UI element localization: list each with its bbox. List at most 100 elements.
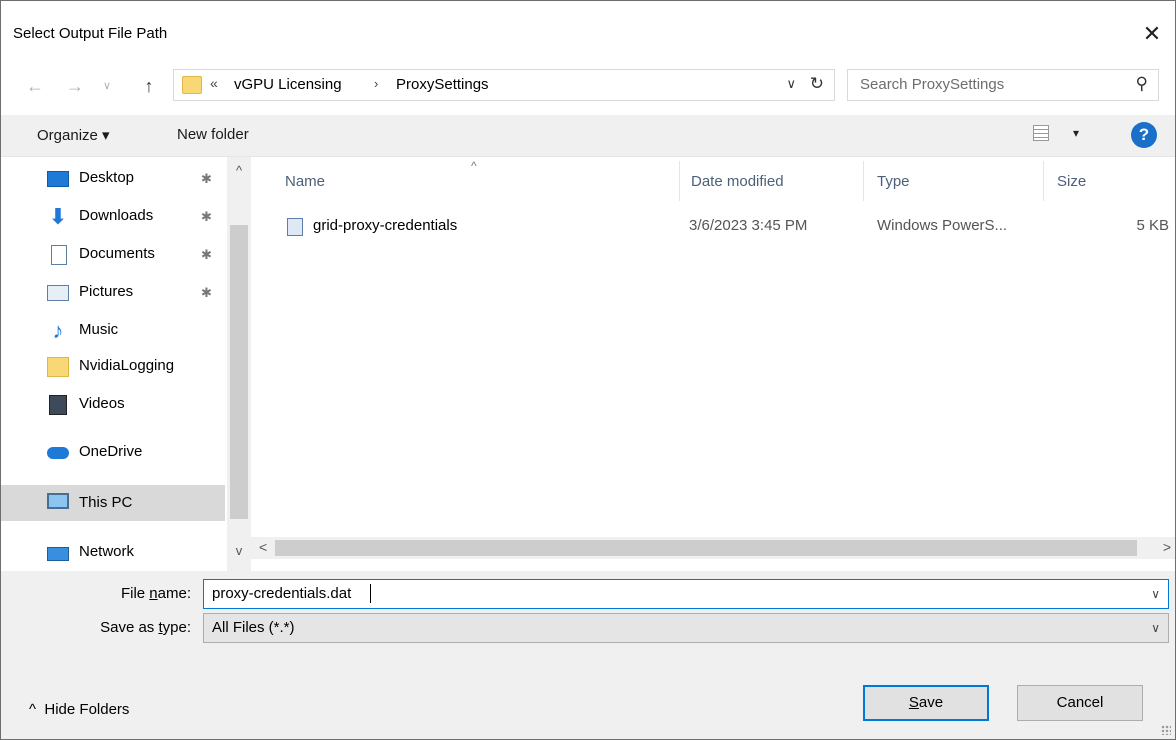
save-button[interactable]: Save (863, 685, 989, 721)
pin-icon[interactable]: ✱ (201, 247, 212, 263)
save-as-type-label: Save as type: (100, 619, 191, 636)
column-header-name[interactable]: Name (285, 173, 325, 190)
file-row[interactable]: grid-proxy-credentials 3/6/2023 3:45 PM … (277, 213, 1169, 241)
pin-icon[interactable]: ✱ (201, 171, 212, 187)
file-type: Windows PowerS... (877, 217, 1008, 234)
folder-icon (47, 357, 69, 377)
file-name-label: File name: (120, 585, 191, 602)
sidebar-item-documents[interactable]: Documents ✱ (1, 239, 225, 271)
scroll-right-icon[interactable]: > (1163, 539, 1171, 555)
sidebar-item-label: OneDrive (79, 443, 143, 460)
view-dropdown-icon[interactable]: ▾ (1073, 126, 1079, 140)
scroll-up-icon[interactable]: ^ (227, 163, 251, 178)
sidebar-item-pictures[interactable]: Pictures ✱ (1, 277, 225, 309)
file-name-field[interactable]: proxy-credentials.dat ∨ (203, 579, 1169, 609)
downloads-icon: ⬇ (48, 204, 68, 229)
sidebar-item-network[interactable]: Network (1, 537, 225, 569)
sidebar-item-label: Network (79, 543, 135, 560)
cancel-button[interactable]: Cancel (1017, 685, 1143, 721)
back-arrow-icon[interactable]: ← (23, 73, 47, 99)
command-bar: Organize ▾ New folder ▾ ? (1, 115, 1175, 157)
sidebar-item-nvidialogging[interactable]: NvidiaLogging (1, 351, 225, 383)
navigation-pane-scrollbar[interactable]: ^ v (227, 157, 251, 571)
column-divider[interactable] (863, 161, 864, 201)
search-icon[interactable]: ⚲ (1136, 74, 1148, 94)
sidebar-item-this-pc[interactable]: This PC (1, 485, 225, 521)
scrollbar-thumb[interactable] (275, 540, 1137, 556)
sidebar-item-label: Pictures (79, 283, 134, 300)
resize-grip-icon[interactable] (1161, 725, 1171, 735)
search-placeholder: Search ProxySettings (860, 76, 1005, 93)
scroll-left-icon[interactable]: < (259, 539, 267, 555)
breadcrumb-overflow-icon[interactable]: « (210, 75, 218, 91)
breadcrumb-proxysettings[interactable]: ProxySettings (396, 76, 489, 93)
powershell-script-icon (287, 218, 303, 236)
pin-icon[interactable]: ✱ (201, 285, 212, 301)
save-dialog: Select Output File Path ✕ ← → ∨ ↑ « vGPU… (0, 0, 1176, 740)
column-divider[interactable] (1043, 161, 1044, 201)
navigation-row: ← → ∨ ↑ « vGPU Licensing › ProxySettings… (1, 63, 1175, 109)
column-header-size[interactable]: Size (1057, 173, 1086, 190)
file-name-dropdown-icon[interactable]: ∨ (1151, 587, 1160, 601)
save-options-panel: File name: proxy-credentials.dat ∨ Save … (1, 571, 1175, 739)
sidebar-item-label: This PC (79, 494, 133, 511)
help-icon[interactable]: ? (1131, 122, 1157, 148)
sidebar-item-videos[interactable]: Videos (1, 389, 225, 421)
sidebar-item-downloads[interactable]: ⬇ Downloads ✱ (1, 201, 225, 233)
file-list: ^ Name Date modified Type Size grid-prox… (251, 157, 1175, 571)
breadcrumb-vgpu-licensing[interactable]: vGPU Licensing (234, 76, 342, 93)
videos-icon (49, 395, 67, 415)
column-divider[interactable] (679, 161, 680, 201)
music-icon: ♪ (52, 318, 64, 343)
chevron-up-icon: ^ (29, 701, 37, 718)
column-header-type[interactable]: Type (877, 173, 910, 190)
sidebar-item-label: Documents (79, 245, 155, 262)
save-as-type-dropdown-icon[interactable]: ∨ (1151, 621, 1160, 635)
search-input[interactable]: Search ProxySettings ⚲ (847, 69, 1159, 101)
text-cursor (370, 584, 371, 603)
navigation-pane: Desktop ✱ ⬇ Downloads ✱ Documents ✱ Pict… (1, 157, 251, 571)
organize-menu-button[interactable]: Organize ▾ (37, 126, 110, 144)
file-size: 5 KB (1136, 217, 1169, 234)
recent-locations-chevron-icon[interactable]: ∨ (95, 73, 119, 99)
folder-icon (182, 76, 202, 94)
refresh-icon[interactable]: ↻ (810, 74, 824, 94)
scroll-down-icon[interactable]: v (227, 543, 251, 558)
hide-folders-button[interactable]: ^ Hide Folders (29, 701, 129, 718)
pin-icon[interactable]: ✱ (201, 209, 212, 225)
sidebar-item-label: Music (79, 321, 119, 338)
address-bar[interactable]: « vGPU Licensing › ProxySettings ∨ ↻ (173, 69, 835, 101)
title-bar: Select Output File Path ✕ (1, 1, 1175, 63)
file-date-modified: 3/6/2023 3:45 PM (689, 217, 808, 234)
horizontal-scrollbar[interactable]: < > (251, 537, 1175, 559)
network-icon (47, 547, 69, 561)
hide-folders-label: Hide Folders (44, 701, 130, 718)
view-options-icon[interactable] (1033, 125, 1049, 141)
scrollbar-thumb[interactable] (230, 225, 248, 519)
forward-arrow-icon[interactable]: → (63, 73, 87, 99)
address-dropdown-icon[interactable]: ∨ (786, 76, 796, 92)
sidebar-item-label: Downloads (79, 207, 154, 224)
up-arrow-icon[interactable]: ↑ (137, 73, 161, 99)
sidebar-item-label: Desktop (79, 169, 135, 186)
sidebar-item-music[interactable]: ♪ Music (1, 315, 225, 347)
sidebar-item-desktop[interactable]: Desktop ✱ (1, 163, 225, 195)
sidebar-item-onedrive[interactable]: OneDrive (1, 437, 225, 469)
file-name-value: proxy-credentials.dat (212, 585, 352, 602)
documents-icon (51, 245, 67, 265)
file-name: grid-proxy-credentials (313, 217, 458, 234)
close-button[interactable]: ✕ (1129, 15, 1175, 53)
this-pc-icon (47, 493, 69, 509)
onedrive-icon (47, 447, 69, 459)
pictures-icon (47, 285, 69, 301)
dialog-title: Select Output File Path (13, 25, 168, 42)
save-as-type-value: All Files (*.*) (212, 619, 295, 636)
sidebar-item-label: NvidiaLogging (79, 357, 175, 374)
save-as-type-select[interactable]: All Files (*.*) ∨ (203, 613, 1169, 643)
new-folder-button[interactable]: New folder (177, 126, 249, 143)
column-header-date-modified[interactable]: Date modified (691, 173, 784, 190)
breadcrumb-separator-icon[interactable]: › (374, 76, 378, 91)
sidebar-item-label: Videos (79, 395, 125, 412)
sort-ascending-icon: ^ (471, 159, 477, 173)
desktop-icon (47, 171, 69, 187)
